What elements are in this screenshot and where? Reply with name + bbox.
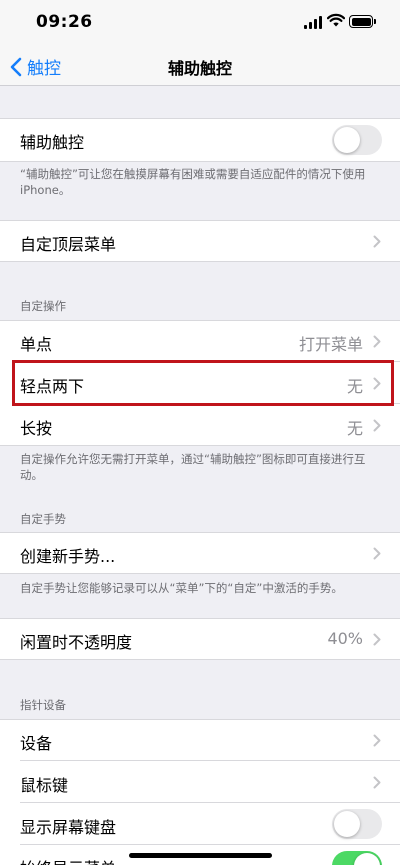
- long-press-row[interactable]: 长按 无: [0, 404, 400, 446]
- cellular-signal-icon: [304, 16, 324, 29]
- highlight-box: [12, 360, 394, 406]
- always-show-menu-toggle[interactable]: [332, 851, 382, 865]
- devices-row[interactable]: 设备: [0, 719, 400, 761]
- wifi-icon: [327, 13, 345, 27]
- custom-actions-footnote: 自定操作允许您无需打开菜单，通过“辅助触控”图标即可直接进行互动。: [20, 452, 366, 482]
- assistive-touch-row[interactable]: 辅助触控: [0, 118, 400, 162]
- battery-tip: [374, 19, 376, 24]
- pointer-devices-header: 指针设备: [20, 698, 66, 712]
- custom-actions-header: 自定操作: [20, 299, 66, 313]
- battery-icon: [349, 15, 373, 28]
- chevron-right-icon: [373, 776, 381, 789]
- page-title: 辅助触控: [167, 59, 232, 78]
- assistive-touch-label: 辅助触控: [20, 133, 85, 152]
- onscreen-keyboard-label: 显示屏幕键盘: [20, 818, 117, 837]
- onscreen-keyboard-row[interactable]: 显示屏幕键盘: [0, 803, 400, 845]
- single-tap-value: 打开菜单: [298, 335, 363, 354]
- idle-opacity-label: 闲置时不透明度: [20, 633, 133, 652]
- custom-gestures-header: 自定手势: [20, 512, 66, 526]
- status-time: 09:26: [36, 12, 93, 32]
- navigation-bar: 触控 辅助触控: [0, 44, 400, 86]
- single-tap-label: 单点: [20, 335, 53, 354]
- chevron-right-icon: [373, 547, 381, 560]
- customize-top-menu-row[interactable]: 自定顶层菜单: [0, 220, 400, 262]
- status-bar: 09:26: [0, 0, 400, 44]
- chevron-right-icon: [373, 235, 381, 248]
- chevron-right-icon: [373, 335, 381, 348]
- chevron-right-icon: [373, 419, 381, 432]
- create-gesture-row[interactable]: 创建新手势...: [0, 532, 400, 574]
- always-show-menu-label: 始终显示菜单: [20, 855, 116, 865]
- long-press-value: 无: [346, 419, 363, 438]
- chevron-right-icon: [373, 734, 381, 747]
- customize-top-menu-label: 自定顶层菜单: [20, 235, 117, 254]
- create-gesture-label: 创建新手势...: [20, 547, 116, 566]
- single-tap-row[interactable]: 单点 打开菜单: [0, 320, 400, 362]
- assistive-touch-footnote: “辅助触控”可让您在触摸屏幕有困难或需要自适应配件的情况下使用iPhone。: [20, 167, 366, 197]
- mouse-keys-label: 鼠标键: [20, 776, 69, 795]
- long-press-label: 长按: [20, 419, 53, 438]
- devices-label: 设备: [20, 734, 53, 753]
- chevron-right-icon: [373, 633, 381, 646]
- assistive-touch-toggle[interactable]: [332, 125, 382, 155]
- mouse-keys-row[interactable]: 鼠标键: [0, 761, 400, 803]
- idle-opacity-value: 40%: [327, 629, 363, 648]
- custom-gestures-footnote: 自定手势让您能够记录可以从“菜单”下的“自定”中激活的手势。: [20, 581, 343, 595]
- idle-opacity-row[interactable]: 闲置时不透明度 40%: [0, 618, 400, 660]
- onscreen-keyboard-toggle[interactable]: [332, 809, 382, 839]
- home-indicator[interactable]: [129, 853, 272, 858]
